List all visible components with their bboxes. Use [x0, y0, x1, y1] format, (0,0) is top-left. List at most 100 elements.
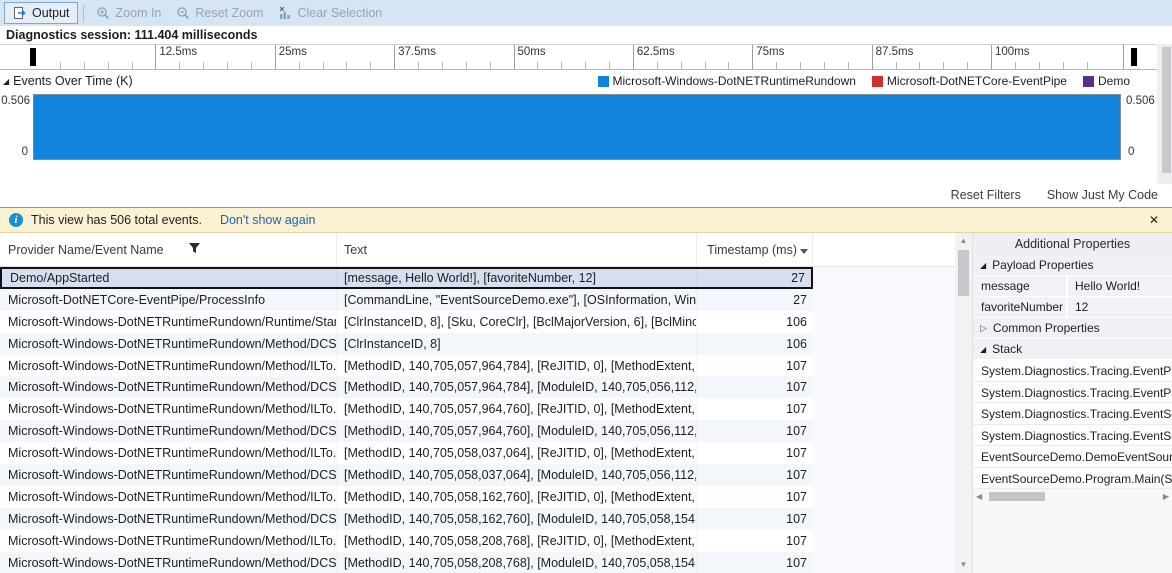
legend-swatch-icon [597, 75, 609, 87]
info-close-icon[interactable]: ✕ [1145, 213, 1163, 227]
ruler-minor-tick [800, 62, 801, 69]
table-row[interactable]: Microsoft-Windows-DotNETRuntimeRundown/M… [0, 485, 813, 508]
ruler-minor-tick [656, 62, 658, 69]
table-row[interactable]: Microsoft-Windows-DotNETRuntimeRundown/M… [0, 354, 813, 377]
reset-zoom-icon [175, 6, 190, 21]
cell-timestamp: 107 [786, 467, 807, 482]
table-row[interactable]: Microsoft-DotNETCore-EventPipe/ProcessIn… [0, 288, 813, 311]
stack-frame[interactable]: System.Diagnostics.Tracing.EventSour [973, 403, 1172, 425]
panel-horizontal-scrollbar[interactable]: ◀ ▶ [973, 489, 1172, 503]
property-row[interactable]: favoriteNumber 12 [973, 297, 1172, 318]
ruler-minor-tick [585, 62, 587, 69]
expanded-icon: ◢ [980, 260, 987, 270]
ruler-minor-tick [418, 62, 419, 69]
table-row[interactable]: Microsoft-Windows-DotNETRuntimeRundown/M… [0, 420, 813, 443]
cell-timestamp: 107 [786, 511, 807, 526]
cell-text: [MethodID, 140,705,057,964,760], [Module… [337, 420, 697, 443]
grid-vertical-scrollbar[interactable]: ▲ ▼ [955, 233, 972, 573]
stack-frame[interactable]: System.Diagnostics.Tracing.EventSour [973, 424, 1172, 446]
ruler-minor-tick [680, 62, 682, 69]
cell-provider: Microsoft-DotNETCore-EventPipe/ProcessIn… [0, 288, 337, 311]
cell-provider: Microsoft-Windows-DotNETRuntimeRundown/M… [0, 332, 337, 355]
ruler-minor-tick [441, 62, 443, 69]
cell-timestamp: 107 [786, 402, 807, 417]
column-header-timestamp[interactable]: Timestamp (ms) [697, 233, 813, 266]
timeline-ruler[interactable]: 12.5ms 25ms 37.5ms 50ms 62.5ms 75ms 87.5ms 100m… [0, 44, 1172, 70]
ruler-minor-tick [609, 62, 610, 69]
cell-timestamp: 107 [786, 358, 807, 373]
stack-frame[interactable]: EventSourceDemo.DemoEventSource [973, 446, 1172, 468]
property-name: favoriteNumber [973, 297, 1068, 317]
reset-zoom-button[interactable]: Reset Zoom [168, 2, 270, 24]
cell-provider: Microsoft-Windows-DotNETRuntimeRundown/M… [0, 442, 337, 465]
ruler-minor-tick [370, 62, 372, 69]
expanded-icon: ◢ [980, 344, 987, 354]
column-header-text[interactable]: Text [337, 233, 697, 266]
table-row[interactable]: Microsoft-Windows-DotNETRuntimeRundown/M… [0, 376, 813, 399]
sort-descending-icon [800, 248, 808, 254]
scrollbar-thumb[interactable] [1162, 47, 1171, 173]
scroll-left-icon[interactable]: ◀ [976, 492, 982, 501]
table-row[interactable]: Microsoft-Windows-DotNETRuntimeRundown/M… [0, 464, 813, 486]
chart-plot-area[interactable] [33, 94, 1121, 160]
main-content: Provider Name/Event Name Text Timestamp … [0, 233, 1172, 573]
zoom-in-label: Zoom In [115, 6, 162, 20]
filter-actions-row: Reset Filters Show Just My Code [0, 183, 1172, 208]
ruler-major-tick [871, 45, 873, 69]
table-row[interactable]: Microsoft-Windows-DotNETRuntimeRundown/M… [0, 398, 813, 421]
chart-header: ◢ Events Over Time (K) Microsoft-Windows… [0, 70, 1172, 92]
table-row[interactable]: Demo/AppStarted [message, Hello World!], … [0, 267, 813, 289]
chart-expander-icon[interactable]: ◢ [3, 77, 9, 86]
output-button[interactable]: Output [4, 2, 78, 24]
chart-vertical-scrollbar[interactable] [1157, 44, 1172, 184]
selection-start-marker[interactable] [30, 48, 36, 66]
scrollbar-thumb[interactable] [958, 250, 969, 296]
cell-timestamp: 106 [786, 314, 807, 329]
scroll-right-icon[interactable]: ▶ [1163, 492, 1169, 501]
ruler-minor-tick [83, 62, 85, 69]
table-row[interactable]: Microsoft-Windows-DotNETRuntimeRundown/M… [0, 442, 813, 465]
cell-provider: Microsoft-Windows-DotNETRuntimeRundown/M… [0, 485, 337, 508]
cell-text: [ClrInstanceID, 8], [Sku, CoreClr], [Bcl… [337, 310, 697, 333]
reset-zoom-label: Reset Zoom [195, 6, 264, 20]
common-properties-group[interactable]: ▷ Common Properties [973, 318, 1172, 339]
dont-show-again-link[interactable]: Don't show again [220, 213, 316, 227]
selection-end-marker[interactable] [1131, 48, 1137, 66]
cell-timestamp: 27 [791, 270, 805, 285]
panel-empty-area [973, 503, 1172, 573]
show-just-my-code-button[interactable]: Show Just My Code [1047, 188, 1158, 202]
cell-timestamp: 107 [786, 533, 807, 548]
legend-item: Microsoft-Windows-DotNETRuntimeRundown [597, 74, 856, 88]
filter-icon[interactable] [188, 242, 201, 257]
stack-frame[interactable]: EventSourceDemo.Program.Main(Sys [973, 467, 1172, 489]
stack-frame[interactable]: System.Diagnostics.Tracing.EventPipe [973, 360, 1172, 382]
ruler-tick-label: 100ms [995, 46, 1030, 58]
cell-text: [MethodID, 140,705,058,208,768], [ReJITI… [337, 529, 697, 552]
stack-group[interactable]: ◢ Stack [973, 339, 1172, 360]
column-header-provider[interactable]: Provider Name/Event Name [0, 233, 337, 266]
scroll-up-icon[interactable]: ▲ [955, 236, 972, 245]
scroll-down-icon[interactable]: ▼ [955, 560, 972, 569]
toolbar-separator [82, 4, 84, 22]
diagnostics-events-view: Output Zoom In Reset Zoom Clear Selectio… [0, 0, 1172, 573]
cell-provider: Microsoft-Windows-DotNETRuntimeRundown/R… [0, 310, 337, 333]
stack-frame[interactable]: System.Diagnostics.Tracing.EventProv [973, 381, 1172, 403]
zoom-in-button[interactable]: Zoom In [89, 2, 169, 24]
scrollbar-thumb[interactable] [989, 491, 1046, 501]
reset-filters-button[interactable]: Reset Filters [951, 188, 1021, 202]
table-row[interactable]: Microsoft-Windows-DotNETRuntimeRundown/M… [0, 551, 813, 573]
y-axis-max-label: 0.506 [1, 95, 30, 107]
ruler-tick-label: 75ms [756, 46, 785, 58]
clear-selection-button[interactable]: Clear Selection [270, 2, 389, 24]
table-row[interactable]: Microsoft-Windows-DotNETRuntimeRundown/M… [0, 529, 813, 552]
cell-text: [CommandLine, "EventSourceDemo.exe"], [O… [337, 288, 697, 311]
ruler-minor-tick [943, 62, 945, 69]
table-row[interactable]: Microsoft-Windows-DotNETRuntimeRundown/R… [0, 310, 813, 333]
property-row[interactable]: message Hello World! [973, 276, 1172, 297]
cell-text: [MethodID, 140,705,058,162,760], [Module… [337, 507, 697, 530]
table-row[interactable]: Microsoft-Windows-DotNETRuntimeRundown/M… [0, 332, 813, 355]
table-row[interactable]: Microsoft-Windows-DotNETRuntimeRundown/M… [0, 507, 813, 530]
payload-properties-group[interactable]: ◢ Payload Properties [973, 255, 1172, 276]
ruler-major-tick [632, 45, 634, 69]
cell-timestamp: 107 [786, 424, 807, 439]
